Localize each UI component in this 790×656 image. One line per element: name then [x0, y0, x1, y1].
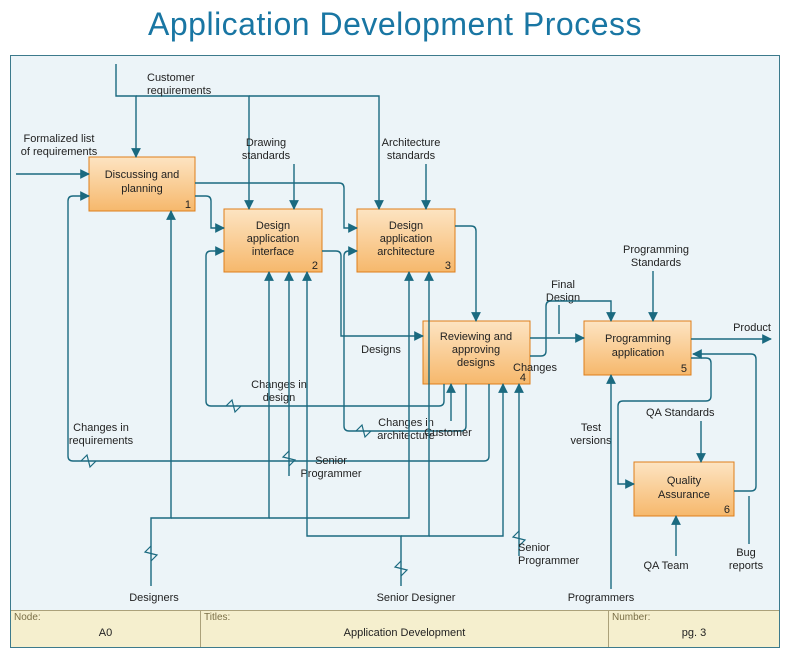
box-review-approve: Reviewing andapprovingdesigns 4: [423, 321, 530, 384]
svg-text:5: 5: [681, 363, 687, 375]
footer-titles: Titles: Application Development: [201, 611, 609, 647]
arrow-sr-des-b2: [307, 272, 401, 586]
svg-text:QA Team: QA Team: [643, 560, 688, 572]
svg-text:Product: Product: [733, 322, 771, 334]
box-programming: Programmingapplication 5: [584, 321, 691, 375]
arrow-designers-b2: [171, 272, 269, 518]
svg-text:Senior Designer: Senior Designer: [377, 592, 456, 604]
svg-text:Changes inrequirements: Changes inrequirements: [69, 422, 134, 447]
svg-text:Testversions: Testversions: [571, 422, 612, 447]
footer-number: Number: pg. 3: [609, 611, 779, 647]
arrow-designers-b1: [151, 211, 171, 586]
svg-text:Customer: Customer: [424, 427, 472, 439]
svg-text:Formalized listof requirements: Formalized listof requirements: [21, 133, 98, 158]
svg-text:2: 2: [312, 260, 318, 272]
svg-text:QA Standards: QA Standards: [646, 407, 715, 419]
svg-text:Bugreports: Bugreports: [729, 547, 764, 572]
svg-text:Programmers: Programmers: [568, 592, 635, 604]
diagram-canvas: Discussing andplanning 1 Designapplicati…: [10, 55, 780, 648]
svg-text:Changes indesign: Changes indesign: [251, 379, 307, 404]
svg-text:3: 3: [445, 260, 451, 272]
svg-text:6: 6: [724, 504, 730, 516]
svg-text:Designs: Designs: [361, 344, 401, 356]
svg-text:Changes: Changes: [513, 362, 558, 374]
arrow-sr-des-b3: [401, 272, 429, 536]
svg-text:1: 1: [185, 199, 191, 211]
arrow-b1-b2: [195, 196, 224, 228]
arrow-b3-b4: [455, 226, 476, 321]
svg-text:Drawingstandards: Drawingstandards: [242, 137, 291, 162]
box-discussing-planning: Discussing andplanning 1: [89, 157, 195, 211]
box-qa: QualityAssurance 6: [634, 462, 734, 516]
footer-row: Node: A0 Titles: Application Development…: [11, 610, 779, 647]
box-design-architecture: Designapplicationarchitecture 3: [357, 209, 455, 272]
box-design-interface: Designapplicationinterface 2: [224, 209, 322, 272]
svg-text:Architecturestandards: Architecturestandards: [382, 137, 441, 162]
svg-text:FinalDesign: FinalDesign: [546, 279, 580, 304]
svg-text:Customerrequirements: Customerrequirements: [147, 72, 212, 97]
footer-node: Node: A0: [11, 611, 201, 647]
svg-text:Designers: Designers: [129, 592, 179, 604]
svg-text:SeniorProgrammer: SeniorProgrammer: [518, 542, 579, 567]
idef0-svg: Discussing andplanning 1 Designapplicati…: [11, 56, 779, 611]
svg-text:ProgrammingStandards: ProgrammingStandards: [623, 244, 689, 269]
arrow-cust-req-b1: [116, 64, 136, 157]
svg-text:SeniorProgrammer: SeniorProgrammer: [300, 455, 361, 480]
page-title: Application Development Process: [0, 0, 790, 43]
